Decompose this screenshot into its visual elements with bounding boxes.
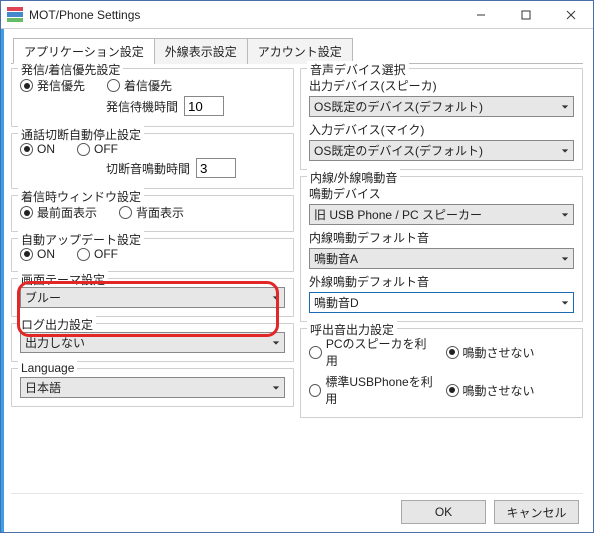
ring-device-select[interactable]: 旧 USB Phone / PC スピーカー (309, 204, 574, 225)
label: キャンセル (506, 504, 566, 521)
ring-external-select[interactable]: 鳴動音D (309, 292, 574, 313)
label: OFF (94, 247, 118, 261)
group-title: 発信/着信優先設定 (18, 61, 123, 78)
ring-internal-select[interactable]: 鳴動音A (309, 248, 574, 269)
theme-select[interactable]: ブルー (20, 287, 285, 308)
select-value: OS既定のデバイス(デフォルト) (314, 142, 483, 159)
label: 切断音鳴動時間 (106, 160, 190, 177)
group-title: ログ出力設定 (18, 316, 96, 333)
select-value: 旧 USB Phone / PC スピーカー (314, 206, 482, 223)
radio-usb-phone[interactable] (309, 384, 321, 397)
label: 標準USBPhoneを利用 (325, 373, 437, 407)
log-select[interactable]: 出力しない (20, 332, 285, 353)
radio-disconnect-off[interactable] (77, 143, 90, 156)
select-value: 鳴動音A (314, 250, 358, 267)
label: 出力デバイス(スピーカ) (309, 77, 574, 94)
select-value: 出力しない (25, 334, 85, 351)
group-title: 呼出音出力設定 (307, 321, 397, 338)
label: 最前面表示 (37, 204, 97, 221)
group-callout: 呼出音出力設定 PCのスピーカを利用 鳴動させない (300, 328, 583, 418)
label: 発信待機時間 (106, 98, 178, 115)
group-theme: 画面テーマ設定 ブルー (11, 278, 294, 317)
minimize-button[interactable] (458, 1, 503, 28)
label: 外線鳴動デフォルト音 (309, 273, 574, 290)
group-outgoing: 発信/着信優先設定 発信優先 着信優先 発信待機時間 (11, 68, 294, 127)
chevron-down-icon (272, 336, 280, 350)
chevron-down-icon (272, 291, 280, 305)
left-accent (1, 29, 4, 532)
group-title: 通話切断自動停止設定 (18, 126, 144, 143)
chevron-down-icon (561, 252, 569, 266)
audio-output-select[interactable]: OS既定のデバイス(デフォルト) (309, 96, 574, 117)
radio-pc-speaker[interactable] (309, 346, 322, 359)
label: PCのスピーカを利用 (326, 335, 438, 369)
radio-update-on[interactable] (20, 248, 33, 261)
window: MOT/Phone Settings アプリケーション設定 外線表示設定 アカウ… (0, 0, 594, 533)
label: 入力デバイス(マイク) (309, 121, 574, 138)
label: 背面表示 (136, 204, 184, 221)
group-log: ログ出力設定 出力しない (11, 323, 294, 362)
group-title: 内線/外線鳴動音 (307, 169, 400, 186)
select-value: OS既定のデバイス(デフォルト) (314, 98, 483, 115)
titlebar: MOT/Phone Settings (1, 1, 593, 29)
select-value: ブルー (25, 289, 61, 306)
radio-outgoing-priority[interactable] (20, 79, 33, 92)
label: ON (37, 247, 55, 261)
language-select[interactable]: 日本語 (20, 377, 285, 398)
app-icon (7, 7, 23, 23)
radio-incoming-priority[interactable] (107, 79, 120, 92)
label: OK (435, 505, 452, 519)
group-title: 着信時ウィンドウ設定 (18, 188, 144, 205)
chevron-down-icon (561, 208, 569, 222)
radio-no-ring-b[interactable] (446, 384, 459, 397)
group-disconnect: 通話切断自動停止設定 ON OFF 切断音鳴動時間 (11, 133, 294, 189)
radio-front[interactable] (20, 206, 33, 219)
chevron-down-icon (561, 296, 569, 310)
label: 鳴動させない (463, 344, 535, 361)
select-value: 鳴動音D (314, 294, 359, 311)
ok-button[interactable]: OK (401, 500, 486, 524)
chevron-down-icon (561, 100, 569, 114)
chevron-down-icon (561, 144, 569, 158)
radio-update-off[interactable] (77, 248, 90, 261)
radio-back[interactable] (119, 206, 132, 219)
radio-no-ring-a[interactable] (446, 346, 459, 359)
radio-disconnect-on[interactable] (20, 143, 33, 156)
group-auto-update: 自動アップデート設定 ON OFF (11, 238, 294, 272)
footer: OK キャンセル (11, 493, 583, 524)
group-incoming-window: 着信時ウィンドウ設定 最前面表示 背面表示 (11, 195, 294, 232)
chevron-down-icon (272, 381, 280, 395)
audio-input-select[interactable]: OS既定のデバイス(デフォルト) (309, 140, 574, 161)
close-button[interactable] (548, 1, 593, 28)
label: 鳴動させない (463, 382, 535, 399)
label: ON (37, 142, 55, 156)
tab-row: アプリケーション設定 外線表示設定 アカウント設定 (11, 37, 583, 64)
group-title: Language (18, 361, 77, 375)
label: 内線鳴動デフォルト音 (309, 229, 574, 246)
disconnect-ring-input[interactable] (196, 158, 236, 178)
group-title: 画面テーマ設定 (18, 271, 108, 288)
group-language: Language 日本語 (11, 368, 294, 407)
group-title: 自動アップデート設定 (18, 231, 144, 248)
label: 発信優先 (37, 77, 85, 94)
label: 鳴動デバイス (309, 185, 574, 202)
maximize-button[interactable] (503, 1, 548, 28)
cancel-button[interactable]: キャンセル (494, 500, 579, 524)
group-title: 音声デバイス選択 (307, 61, 409, 78)
label: OFF (94, 142, 118, 156)
group-ring: 内線/外線鳴動音 鳴動デバイス 旧 USB Phone / PC スピーカー 内… (300, 176, 583, 322)
select-value: 日本語 (25, 379, 61, 396)
group-audio: 音声デバイス選択 出力デバイス(スピーカ) OS既定のデバイス(デフォルト) 入… (300, 68, 583, 170)
window-title: MOT/Phone Settings (29, 8, 458, 22)
outgoing-wait-input[interactable] (184, 96, 224, 116)
label: 着信優先 (124, 77, 172, 94)
tab-external[interactable]: 外線表示設定 (154, 38, 248, 64)
